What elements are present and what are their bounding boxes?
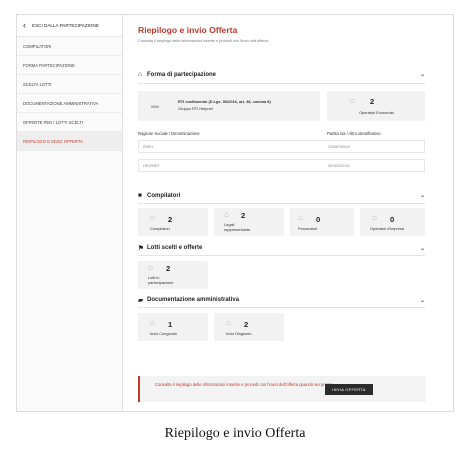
exit-participation-link[interactable]: ‹ ESCI DALLA PARTECIPAZIONE xyxy=(17,15,122,37)
card-label: Compilatori xyxy=(150,226,170,231)
procuratori-card: ⌂ 0 Procuratori xyxy=(290,208,354,236)
home-icon: ⌂ xyxy=(148,263,153,272)
sidebar-item-riepilogo[interactable]: RIEPILOGO E INVIO OFFERTA xyxy=(17,132,122,151)
col-partita-iva: Partita Iva / Altro identificativo xyxy=(327,131,381,136)
chevron-down-icon[interactable]: ⌄ xyxy=(420,192,425,199)
section-compilatori-header[interactable]: ■ Compilatori ⌄ xyxy=(138,192,425,199)
section-forma-header[interactable]: ⌂ Forma di partecipazione ⌄ xyxy=(138,71,425,78)
invio-congiunto-card: ⌂ 1 Invio Congiunto xyxy=(138,313,208,341)
lotti-card: ⌂ 2 Lotti in partecipazione xyxy=(138,261,208,289)
invia-offerta-button[interactable]: INVIA OFFERTA xyxy=(325,384,373,395)
section-forma-title: Forma di partecipazione xyxy=(147,71,217,78)
operatori-card: ⌂ 2 Operatori Economici xyxy=(327,91,425,121)
home-icon: ⌂ xyxy=(150,213,155,222)
divider xyxy=(138,255,425,256)
home-icon: ⌂ xyxy=(226,318,231,327)
card-label: Invio Disgiunto xyxy=(226,331,252,336)
chevron-down-icon[interactable]: ⌄ xyxy=(420,71,425,78)
divider xyxy=(138,83,425,84)
section-documentazione-title: Documentazione amministrativa xyxy=(147,297,240,303)
card-label: Invio Congiunto xyxy=(150,331,178,336)
rti-type: RTI costituendo (D.Lgs. 50/2016, art. 48… xyxy=(178,99,271,104)
sidebar: ‹ ESCI DALLA PARTECIPAZIONE COMPILATORI … xyxy=(17,15,123,411)
row-piva: 23456789012 xyxy=(328,145,350,149)
sidebar-item-documentazione[interactable]: DOCUMENTAZIONE AMMINISTRATIVA xyxy=(17,94,122,113)
section-documentazione-header[interactable]: ▰ Documentazione amministrativa ⌄ xyxy=(138,296,425,304)
row-name: HELPNET xyxy=(143,164,160,168)
section-lotti-title: Lotti scelti e offerte xyxy=(147,245,203,251)
card-value: 1 xyxy=(168,320,173,329)
card-value: 0 xyxy=(390,215,395,224)
page-subtitle: Consulta il riepilogo delle informazioni… xyxy=(138,39,269,43)
folder-icon: ▰ xyxy=(138,297,143,304)
chevron-down-icon[interactable]: ⌄ xyxy=(420,297,425,304)
figure-caption: Riepilogo e invio Offerta xyxy=(164,426,306,441)
divider xyxy=(138,307,425,308)
page-title: Riepilogo e invio Offerta xyxy=(138,25,238,35)
row-piva: 98765432101 xyxy=(328,164,350,168)
home-icon: ⌂ xyxy=(350,96,355,105)
divider xyxy=(138,203,425,204)
app-window: ‹ ESCI DALLA PARTECIPAZIONE COMPILATORI … xyxy=(16,14,454,412)
building-icon: ▬ xyxy=(151,101,159,110)
rti-group-name: Gruppo RTI Helpnet xyxy=(178,106,213,111)
chevron-down-icon[interactable]: ⌄ xyxy=(420,245,425,252)
home-icon: ⌂ xyxy=(298,213,303,222)
section-lotti-header[interactable]: ⚑ Lotti scelti e offerte ⌄ xyxy=(138,244,425,252)
sidebar-item-offerte-lotti[interactable]: OFFERTE PER I LOTTI SCELTI xyxy=(17,113,122,132)
rti-card: ▬ RTI costituendo (D.Lgs. 50/2016, art. … xyxy=(138,91,320,121)
table-row: HELPNET 98765432101 xyxy=(138,159,425,172)
bank-icon: ⌂ xyxy=(138,71,142,78)
card-value: 2 xyxy=(241,211,246,220)
main-content: Riepilogo e invio Offerta Consulta il ri… xyxy=(138,25,425,341)
card-label: Lotti in partecipazione xyxy=(148,275,174,285)
chevron-left-icon: ‹ xyxy=(23,20,26,30)
col-ragione-sociale: Ragione Sociale / Denominazione xyxy=(138,131,200,136)
card-value: 2 xyxy=(244,320,249,329)
home-icon: ⌂ xyxy=(150,318,155,327)
operatori-impresa-card: ⌂ 0 Operatori d'impresa xyxy=(360,208,425,236)
row-name: RIGEL xyxy=(143,145,154,149)
card-label: Procuratori xyxy=(298,226,318,231)
home-icon: ⌂ xyxy=(224,210,229,219)
card-value: 0 xyxy=(316,215,321,224)
section-compilatori-title: Compilatori xyxy=(147,192,181,199)
sidebar-item-compilatori[interactable]: COMPILATORI xyxy=(17,37,122,56)
card-label: Operatori d'impresa xyxy=(370,226,405,231)
invio-disgiunto-card: ⌂ 2 Invio Disgiunto xyxy=(214,313,284,341)
compilatori-card: ⌂ 2 Compilatori xyxy=(138,208,208,236)
submit-banner: Consulta il riepilogo delle informazioni… xyxy=(138,376,426,402)
operatori-count: 2 xyxy=(370,97,375,106)
legali-card: ⌂ 2 Legali rappresentante xyxy=(214,208,284,236)
operatori-label: Operatori Economici xyxy=(359,110,395,115)
card-value: 2 xyxy=(168,215,173,224)
sidebar-item-scelta-lotti[interactable]: SCELTA LOTTI xyxy=(17,75,122,94)
flag-icon: ⚑ xyxy=(138,245,144,252)
table-row: RIGEL 23456789012 xyxy=(138,140,425,153)
users-icon: ■ xyxy=(138,192,142,199)
exit-participation-label: ESCI DALLA PARTECIPAZIONE xyxy=(32,23,99,28)
card-label: Legali rappresentante xyxy=(224,222,251,232)
sidebar-item-forma-partecipazione[interactable]: FORMA PARTECIPAZIONE xyxy=(17,56,122,75)
submit-banner-text: Consulta il riepilogo delle informazioni… xyxy=(155,382,334,387)
home-icon: ⌂ xyxy=(372,213,377,222)
card-value: 2 xyxy=(166,264,171,273)
